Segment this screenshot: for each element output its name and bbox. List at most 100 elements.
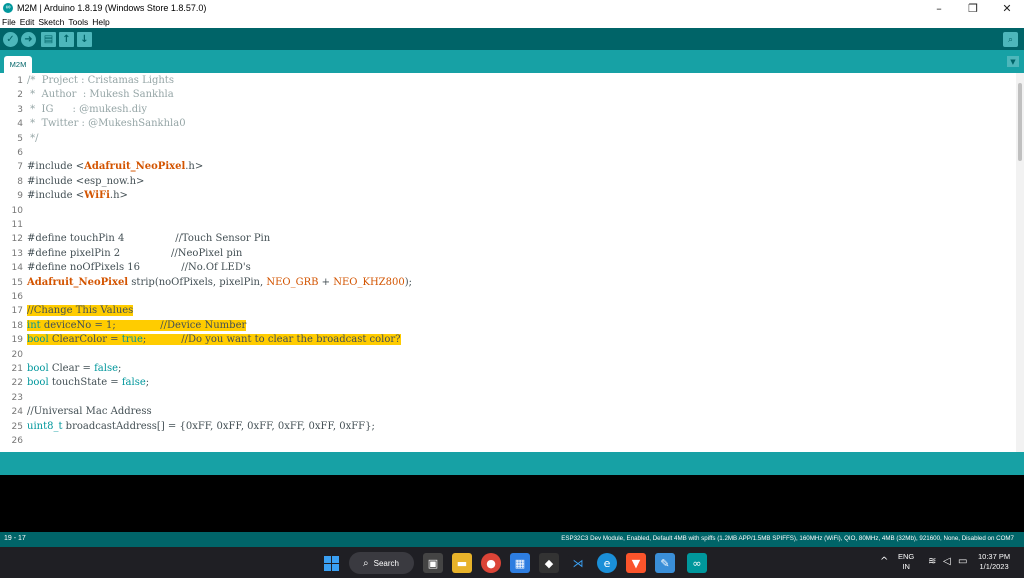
code-text: #define noOfPixels 16 //No.Of LED's xyxy=(27,261,251,275)
minimize-icon[interactable]: – xyxy=(922,0,956,16)
code-token: * Twitter : @MukeshSankhla0 xyxy=(27,118,186,130)
verify-icon[interactable]: ✓ xyxy=(3,32,18,47)
clock[interactable]: 10:37 PM 1/1/2023 xyxy=(978,552,1010,572)
code-line[interactable]: 19 bool ClearColor = true; //Do you want … xyxy=(0,333,1016,347)
code-token: Adafruit_NeoPixel xyxy=(84,161,186,173)
code-text: bool ClearColor = true; //Do you want to… xyxy=(27,333,401,347)
line-number: 19 xyxy=(11,335,23,346)
new-icon[interactable]: ▤ xyxy=(41,32,56,47)
task-view-icon[interactable]: ▣ xyxy=(423,553,443,573)
line-number: 23 xyxy=(11,392,23,403)
code-line[interactable]: 3 * IG : @mukesh.diy xyxy=(0,103,1016,117)
code-token: /* Project : Cristamas Lights xyxy=(27,75,174,86)
code-text: #include <Adafruit_NeoPixel.h> xyxy=(27,160,203,174)
code-line[interactable]: 4 * Twitter : @MukeshSankhla0 xyxy=(0,117,1016,131)
code-text: uint8_t broadcastAddress[] = {0xFF, 0xFF… xyxy=(27,420,375,434)
code-line[interactable]: 1 /* Project : Cristamas Lights xyxy=(0,74,1016,88)
code-line[interactable]: 9 #include <WiFi.h> xyxy=(0,189,1016,203)
code-line[interactable]: 21 bool Clear = false; xyxy=(0,362,1016,376)
line-number: 14 xyxy=(11,263,23,274)
game-icon[interactable]: ◆ xyxy=(539,553,559,573)
tab-m2m[interactable]: M2M xyxy=(4,56,32,73)
search-label: Search xyxy=(373,558,399,568)
console-output[interactable] xyxy=(0,475,1024,532)
code-token: + xyxy=(318,276,334,288)
code-token: NEO_GRB xyxy=(266,276,319,288)
code-line[interactable]: 11 xyxy=(0,218,1016,232)
battery-icon[interactable]: ▭ xyxy=(958,556,967,567)
code-editor[interactable]: 1 /* Project : Cristamas Lights 2 * Author… xyxy=(0,73,1024,452)
file-explorer-icon[interactable]: ▬ xyxy=(452,553,472,573)
clock-time: 10:37 PM xyxy=(978,552,1011,561)
code-token: false xyxy=(94,363,118,374)
windows-start-icon[interactable] xyxy=(321,553,341,573)
line-number: 10 xyxy=(11,205,23,216)
line-number: 21 xyxy=(11,364,23,374)
code-token: WiFi xyxy=(84,190,110,202)
code-line[interactable]: 15 Adafruit_NeoPixel strip(noOfPixels, pi… xyxy=(0,276,1016,290)
code-line[interactable]: 6 xyxy=(0,146,1016,160)
chevron-up-icon[interactable]: ^ xyxy=(880,556,888,567)
code-line[interactable]: 22 bool touchState = false; xyxy=(0,376,1016,390)
code-line[interactable]: 10 xyxy=(0,204,1016,218)
upload-icon[interactable]: ➜ xyxy=(21,32,36,47)
paint-icon[interactable]: ✎ xyxy=(655,553,675,573)
code-line[interactable]: 24 //Universal Mac Address xyxy=(0,405,1016,419)
edge-icon[interactable]: e xyxy=(597,553,617,573)
tab-bar: M2M ▼ xyxy=(0,50,1024,73)
code-text: * Author : Mukesh Sankhla xyxy=(27,88,174,102)
line-number: 5 xyxy=(17,133,23,144)
scrollbar-thumb[interactable] xyxy=(1018,83,1022,161)
cursor-position: 19 - 17 xyxy=(4,535,26,542)
code-token: ; xyxy=(118,363,122,374)
serial-monitor-icon[interactable]: ⌕ xyxy=(1003,32,1018,47)
menu-sketch[interactable]: Sketch xyxy=(38,17,64,27)
language-indicator[interactable]: ENG IN xyxy=(898,552,914,572)
save-icon[interactable]: ↓ xyxy=(77,32,92,47)
code-line[interactable]: 25 uint8_t broadcastAddress[] = {0xFF, 0x… xyxy=(0,420,1016,434)
code-line[interactable]: 2 * Author : Mukesh Sankhla xyxy=(0,88,1016,102)
code-token: #define touchPin 4 //Touch Sensor Pin xyxy=(27,233,271,245)
store-icon[interactable]: ▦ xyxy=(510,553,530,573)
code-line[interactable]: 13 #define pixelPin 2 //NeoPixel pin xyxy=(0,247,1016,261)
code-line[interactable]: 14 #define noOfPixels 16 //No.Of LED's xyxy=(0,261,1016,275)
code-text: #define touchPin 4 //Touch Sensor Pin xyxy=(27,232,270,246)
open-icon[interactable]: ↑ xyxy=(59,32,74,47)
arduino-icon[interactable]: ∞ xyxy=(687,553,707,573)
code-text: #define pixelPin 2 //NeoPixel pin xyxy=(27,247,242,261)
taskbar-search[interactable]: ⌕ Search xyxy=(349,552,414,574)
code-line[interactable]: 8 #include <esp_now.h> xyxy=(0,175,1016,189)
code-text: bool touchState = false; xyxy=(27,376,149,390)
code-line[interactable]: 5 */ xyxy=(0,132,1016,146)
code-token: #define noOfPixels 16 //No.Of LED's xyxy=(27,262,251,274)
code-line[interactable]: 26 xyxy=(0,434,1016,448)
vscode-icon[interactable]: ⋊ xyxy=(568,553,588,573)
line-number: 12 xyxy=(11,234,23,245)
code-line[interactable]: 20 xyxy=(0,348,1016,362)
code-token: strip(noOfPixels, pixelPin, xyxy=(128,276,267,288)
menu-help[interactable]: Help xyxy=(92,17,109,27)
code-line[interactable]: 23 xyxy=(0,391,1016,405)
menu-file[interactable]: File xyxy=(2,17,16,27)
vertical-scrollbar[interactable] xyxy=(1016,73,1024,452)
chrome-icon[interactable]: ● xyxy=(481,553,501,573)
windows-taskbar: ⌕ Search ▣ ▬ ● ▦ ◆ ⋊ e ▼ ✎ ∞ ^ ENG IN ≋ … xyxy=(0,547,1024,578)
code-line[interactable]: 18 int deviceNo = 1; //Device Number xyxy=(0,319,1016,333)
restore-icon[interactable]: ❐ xyxy=(956,0,990,16)
code-line[interactable]: 7 #include <Adafruit_NeoPixel.h> xyxy=(0,160,1016,174)
close-icon[interactable]: ✕ xyxy=(990,0,1024,16)
menu-edit[interactable]: Edit xyxy=(20,17,35,27)
tab-menu-icon[interactable]: ▼ xyxy=(1007,56,1019,67)
wifi-icon[interactable]: ≋ xyxy=(928,556,936,567)
code-line[interactable]: 17 //Change This Values xyxy=(0,304,1016,318)
message-area xyxy=(0,452,1024,475)
brave-icon[interactable]: ▼ xyxy=(626,553,646,573)
menu-tools[interactable]: Tools xyxy=(68,17,88,27)
line-number: 7 xyxy=(17,162,23,173)
code-line[interactable]: 16 xyxy=(0,290,1016,304)
code-line[interactable]: 12 #define touchPin 4 //Touch Sensor Pin xyxy=(0,232,1016,246)
code-token: ; //Do you want to clear the broadcast c… xyxy=(142,334,401,346)
code-token: uint8_t xyxy=(27,420,63,432)
line-number: 8 xyxy=(17,176,23,187)
volume-icon[interactable]: ◁ xyxy=(943,556,951,567)
